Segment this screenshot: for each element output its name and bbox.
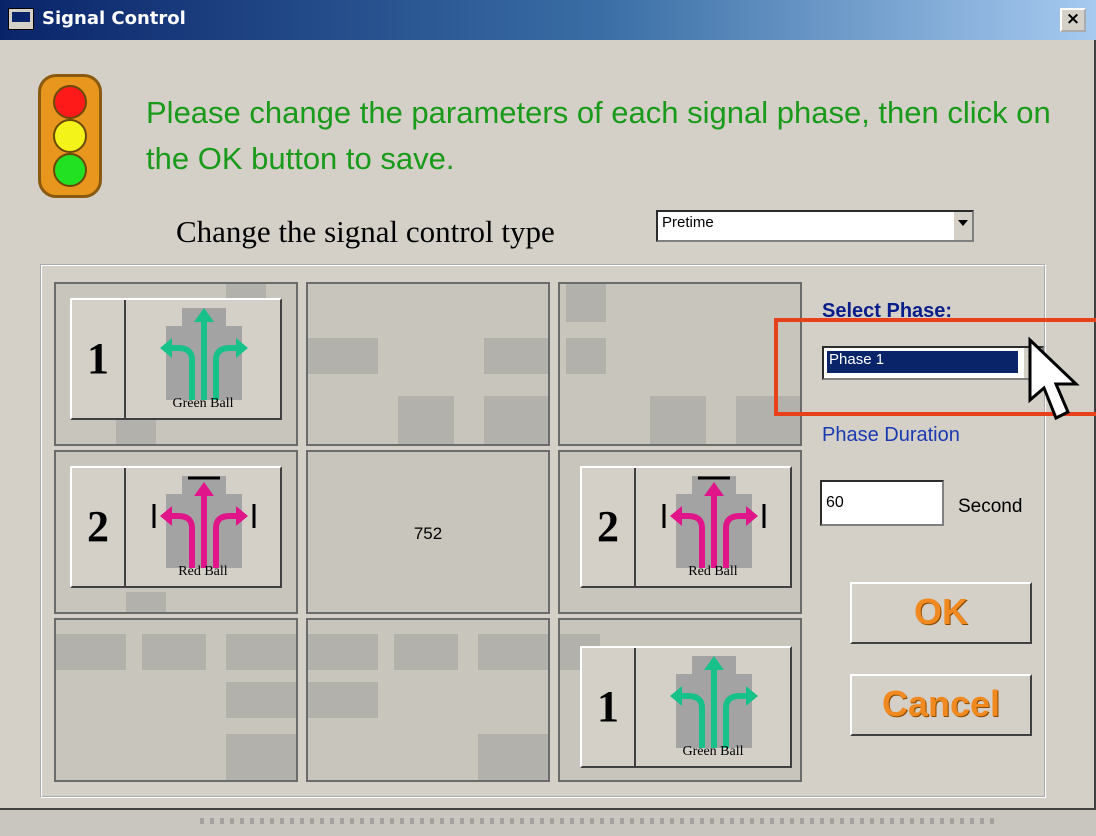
phase-duration-input[interactable] — [820, 480, 944, 526]
grid-cell — [306, 282, 550, 446]
background-window-strip — [0, 808, 1096, 836]
arrow-all-directions-icon — [160, 308, 248, 400]
phase-caption: Red Ball — [178, 564, 228, 579]
phase-caption: Red Ball — [688, 564, 738, 579]
mouse-cursor-icon — [1028, 336, 1080, 421]
signal-control-dialog: Signal Control × Please change the param… — [0, 0, 1096, 810]
grid-cell: 1 Green Ball — [54, 282, 298, 446]
control-type-dropdown[interactable]: Pretime — [656, 210, 974, 242]
phase-duration-label: Phase Duration — [822, 424, 960, 446]
red-lamp-icon — [53, 85, 87, 119]
grid-cell: 2 Red Ball — [558, 450, 802, 614]
phase-button-south[interactable]: 1 Green Ball — [580, 646, 792, 768]
intersection-grid: 1 Green Ball 2 Red Ball 752 2 Red Ball 1… — [54, 282, 804, 782]
phase-caption: Green Ball — [172, 396, 234, 411]
chevron-down-icon[interactable] — [952, 212, 972, 240]
close-button[interactable]: × — [1060, 8, 1086, 32]
ok-button[interactable]: OK — [850, 582, 1032, 644]
yellow-lamp-icon — [53, 119, 87, 153]
grid-cell: 2 Red Ball — [54, 450, 298, 614]
phase-number: 1 — [582, 648, 636, 766]
phase-button-east[interactable]: 2 Red Ball — [580, 466, 792, 588]
title-bar[interactable]: Signal Control × — [0, 0, 1096, 40]
grid-cell: 1 Green Ball — [558, 618, 802, 782]
intersection-id: 752 — [413, 524, 443, 543]
phase-number: 2 — [582, 468, 636, 586]
window-title: Signal Control — [42, 8, 186, 29]
arrow-all-directions-stop-icon — [152, 476, 256, 568]
window-icon — [8, 8, 34, 30]
green-lamp-icon — [53, 153, 87, 187]
grid-cell — [54, 618, 298, 782]
phase-caption: Green Ball — [682, 744, 744, 759]
phase-button-north[interactable]: 1 Green Ball — [70, 298, 282, 420]
grid-cell — [306, 618, 550, 782]
arrow-all-directions-icon — [670, 656, 758, 748]
instruction-text: Please change the parameters of each sig… — [146, 95, 1051, 176]
grid-cell — [558, 282, 802, 446]
arrow-all-directions-stop-icon — [662, 476, 766, 568]
traffic-light-icon — [38, 74, 102, 198]
control-type-value: Pretime — [662, 214, 714, 231]
grid-cell: 752 — [306, 450, 550, 614]
seconds-unit-label: Second — [958, 496, 1023, 517]
cancel-button[interactable]: Cancel — [850, 674, 1032, 736]
control-type-label: Change the signal control type — [176, 214, 555, 249]
phase-number: 1 — [72, 300, 126, 418]
phase-number: 2 — [72, 468, 126, 586]
phase-button-west[interactable]: 2 Red Ball — [70, 466, 282, 588]
